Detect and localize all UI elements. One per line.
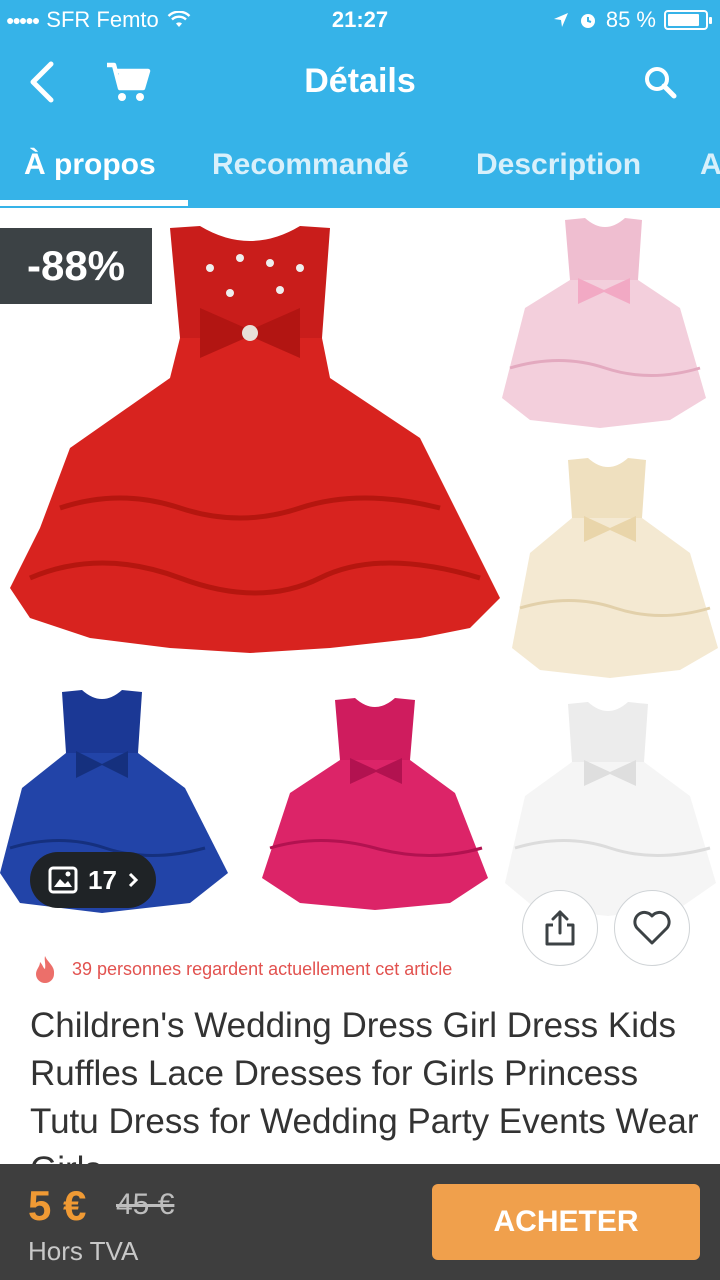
image-icon (48, 866, 78, 894)
flame-icon (36, 956, 55, 983)
tab-description[interactable]: Description (476, 148, 641, 182)
photo-count-button[interactable]: 17 (30, 852, 156, 908)
tab-recommended[interactable]: Recommandé (212, 148, 409, 182)
page-title: Détails (304, 62, 416, 100)
purchase-bar: 5 € 45 € Hors TVA ACHETER (0, 1164, 720, 1280)
share-icon (545, 910, 575, 946)
product-gallery[interactable] (0, 208, 720, 938)
tab-bar: À propos Recommandé Description A (0, 126, 720, 208)
watchers-notice: 39 personnes regardent actuellement cet … (32, 954, 452, 984)
thumb-pink-dress (502, 218, 706, 428)
tab-about[interactable]: À propos (24, 148, 156, 182)
wishlist-button[interactable] (614, 890, 690, 966)
current-price: 5 € (28, 1182, 87, 1229)
original-price: 45 € (116, 1188, 175, 1221)
status-bar: ●●●●● SFR Femto 21:27 85 % (0, 0, 720, 40)
share-button[interactable] (522, 890, 598, 966)
thumb-champagne-dress (512, 458, 718, 678)
vat-note: Hors TVA (28, 1236, 139, 1266)
chevron-right-icon (128, 872, 139, 888)
heart-icon (633, 910, 671, 945)
gallery-images (0, 218, 718, 916)
watchers-text: 39 personnes regardent actuellement cet … (72, 958, 453, 979)
buy-button[interactable]: ACHETER (432, 1184, 700, 1260)
photo-count: 17 (88, 864, 117, 895)
tab-more[interactable]: A (700, 148, 720, 182)
location-arrow-icon (553, 13, 568, 27)
battery-percent: 85 % (605, 7, 656, 32)
alarm-icon (580, 14, 595, 28)
discount-badge: -88% (0, 228, 152, 304)
search-icon (645, 67, 677, 99)
thumb-white-dress (505, 702, 716, 916)
app-header: Détails (0, 40, 720, 126)
battery-fill (668, 14, 699, 26)
thumb-fuchsia-dress (262, 698, 488, 910)
battery-icon (664, 10, 712, 30)
search-button[interactable] (632, 54, 688, 110)
active-tab-indicator (0, 200, 188, 206)
